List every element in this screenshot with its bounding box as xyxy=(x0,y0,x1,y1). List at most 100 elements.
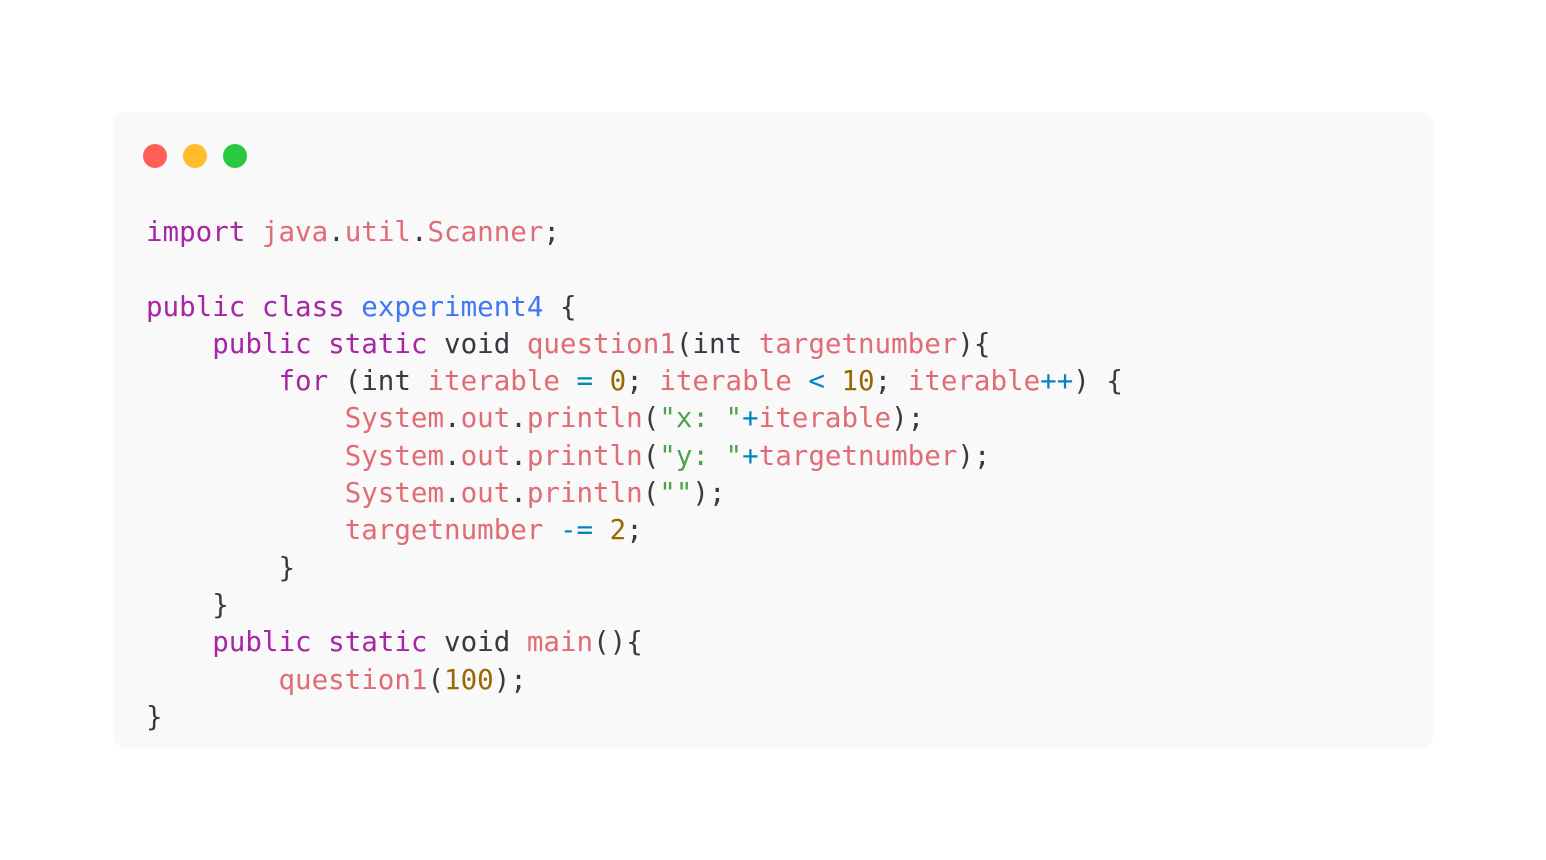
code-token-punct: ( xyxy=(642,477,660,510)
code-token-op: < xyxy=(808,365,825,398)
code-line: targetnumber -= 2; xyxy=(146,512,1123,549)
window-controls xyxy=(143,144,247,168)
code-token-punct: . xyxy=(410,216,428,248)
code-token-keyword: public xyxy=(212,327,312,360)
code-token-punct: . xyxy=(510,477,527,510)
code-token-ident: println xyxy=(526,477,643,510)
code-line: System.out.println("x: "+iterable); xyxy=(146,400,1123,437)
code-token-number: 100 xyxy=(444,663,494,696)
code-token-punct: ( xyxy=(427,663,445,696)
code-token-ident: println xyxy=(526,439,643,472)
code-token-punct: . xyxy=(444,402,461,435)
code-line: public static void question1(int targetn… xyxy=(146,326,1123,363)
code-token-punct: ( xyxy=(642,439,660,472)
code-token-punct: ; xyxy=(626,514,643,547)
code-token-punct: ; xyxy=(543,216,560,248)
code-token-keyword: static xyxy=(328,327,428,360)
code-token-ident: targetnumber xyxy=(758,327,958,360)
code-token-punct: ( xyxy=(328,365,362,398)
code-line: } xyxy=(146,699,1123,736)
code-token-punct: . xyxy=(510,402,527,435)
code-token-plain: void xyxy=(444,626,511,659)
code-block: import java.util.Scanner;​public class e… xyxy=(146,214,1123,736)
code-line: System.out.println(""); xyxy=(146,475,1123,512)
code-token-ident: iterable xyxy=(427,365,560,398)
code-token-keyword: class xyxy=(261,290,345,323)
code-token-punct: . xyxy=(444,439,461,472)
code-token-op: + xyxy=(742,402,759,435)
code-token-string: "x: " xyxy=(659,402,743,435)
code-token-keyword: public xyxy=(146,290,246,323)
code-token-punct: . xyxy=(444,477,461,510)
code-token-ident: System xyxy=(344,439,445,472)
code-token-punct: } xyxy=(146,700,163,733)
code-token-ident: targetnumber xyxy=(758,439,958,472)
code-line: } xyxy=(146,587,1123,624)
minimize-button[interactable] xyxy=(183,144,207,168)
code-token-ident: iterable xyxy=(907,365,1041,398)
code-token-punct: ); xyxy=(891,402,925,435)
code-token-plain: void xyxy=(444,327,511,360)
code-token-number: 0 xyxy=(609,365,627,398)
code-token-plain: int xyxy=(361,365,411,398)
code-line: public class experiment4 { xyxy=(146,289,1123,326)
code-token-op: ++ xyxy=(1040,365,1074,398)
code-token-punct: ) { xyxy=(1073,365,1123,398)
code-token-ident: out xyxy=(460,439,511,472)
code-token-punct: ); xyxy=(692,477,726,510)
code-token-ident: question1 xyxy=(526,327,676,360)
code-token-punct: ); xyxy=(957,439,991,472)
code-token-punct: { xyxy=(543,290,577,323)
code-token-op: + xyxy=(742,439,759,472)
code-token-op: = xyxy=(576,365,594,398)
code-token-punct: ( xyxy=(642,402,660,435)
code-token-number: 2 xyxy=(609,514,627,547)
code-token-plain: int xyxy=(692,327,743,360)
code-token-keyword: static xyxy=(328,626,428,659)
code-token-ident: out xyxy=(460,477,511,510)
code-line: ​ xyxy=(146,251,1123,288)
code-line: public static void main(){ xyxy=(146,624,1123,661)
code-line: for (int iterable = 0; iterable < 10; it… xyxy=(146,363,1123,400)
code-token-ident: targetnumber xyxy=(344,514,544,547)
code-token-ident: main xyxy=(526,626,594,659)
code-line: question1(100); xyxy=(146,662,1123,699)
code-token-keyword: for xyxy=(278,365,329,398)
code-token-punct: ; xyxy=(874,365,908,398)
code-token-ident: java xyxy=(261,216,329,248)
code-token-string: "" xyxy=(659,477,693,510)
code-line: } xyxy=(146,550,1123,587)
maximize-button[interactable] xyxy=(223,144,247,168)
code-token-punct: (){ xyxy=(593,626,643,659)
code-token-ident: println xyxy=(526,402,643,435)
close-button[interactable] xyxy=(143,144,167,168)
code-token-punct: ; xyxy=(626,365,660,398)
code-token-punct: ){ xyxy=(957,327,991,360)
code-token-keyword: public xyxy=(212,626,312,659)
code-window: import java.util.Scanner;​public class e… xyxy=(113,112,1433,748)
code-token-op: -= xyxy=(559,514,594,547)
code-token-string: "y: " xyxy=(659,439,743,472)
code-token-punct: } xyxy=(212,588,229,621)
